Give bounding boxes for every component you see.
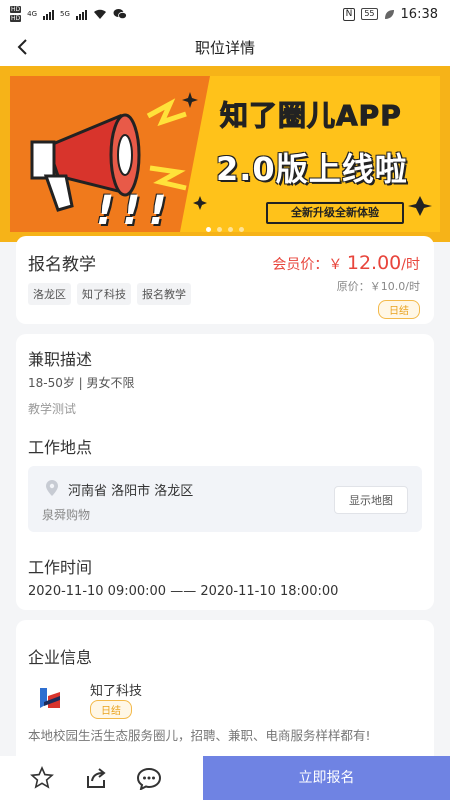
promo-banner[interactable]: !!! 知了圈儿APP 2.0版上线啦 全新升级全新体验 bbox=[0, 66, 450, 242]
description-requirement: 18-50岁 | 男女不限 bbox=[28, 376, 135, 390]
location-box: 河南省 洛阳市 洛龙区 泉舜购物 显示地图 bbox=[28, 466, 422, 532]
location-title: 工作地点 bbox=[28, 438, 93, 457]
signal-label: 4G bbox=[27, 10, 38, 18]
status-bar: HD HD 4G 5G N 55 16:38 bbox=[0, 0, 450, 28]
banner-pill: 全新升级全新体验 bbox=[266, 202, 404, 224]
company-title: 企业信息 bbox=[28, 648, 93, 667]
work-time-range: 2020-11-10 09:00:00 —— 2020-11-10 18:00:… bbox=[28, 584, 339, 599]
status-left: HD HD 4G 5G bbox=[10, 5, 127, 23]
company-description: 本地校园生活生态服务圈儿，招聘、兼职、电商服务样样都有! bbox=[28, 728, 371, 743]
wifi-icon bbox=[93, 9, 106, 19]
settlement-badge: 日结 bbox=[378, 300, 420, 319]
job-tag: 洛龙区 bbox=[28, 283, 71, 305]
bottom-action-bar: 立即报名 bbox=[0, 756, 450, 800]
chat-icon[interactable] bbox=[136, 766, 162, 790]
carousel-dot[interactable] bbox=[217, 227, 222, 232]
member-price-label: 会员价： bbox=[272, 257, 329, 273]
apply-button[interactable]: 立即报名 bbox=[203, 756, 450, 800]
star-icon[interactable] bbox=[30, 766, 54, 790]
job-tag: 报名教学 bbox=[137, 283, 191, 305]
member-price-value: 12.00 bbox=[346, 252, 402, 274]
signal-icon bbox=[75, 8, 87, 20]
company-name[interactable]: 知了科技 bbox=[90, 680, 142, 699]
description-title: 兼职描述 bbox=[28, 350, 93, 369]
wechat-icon bbox=[113, 9, 127, 20]
nfc-icon: N bbox=[342, 7, 356, 21]
show-map-button[interactable]: 显示地图 bbox=[334, 486, 408, 514]
company-logo-icon[interactable] bbox=[38, 686, 62, 710]
location-place: 泉舜购物 bbox=[42, 508, 91, 522]
carousel-dot[interactable] bbox=[228, 227, 233, 232]
description-detail: 教学测试 bbox=[28, 402, 77, 416]
chevron-left-icon[interactable] bbox=[12, 36, 34, 58]
job-tag: 知了科技 bbox=[77, 283, 131, 305]
clock: 16:38 bbox=[400, 6, 438, 22]
battery-icon: 55 bbox=[361, 8, 378, 20]
member-price-unit: /时 bbox=[401, 257, 420, 273]
signal-icon bbox=[43, 8, 55, 20]
carousel-dot[interactable] bbox=[239, 227, 244, 232]
job-title: 报名教学 bbox=[28, 255, 96, 275]
share-icon[interactable] bbox=[84, 766, 108, 790]
status-right: N 55 16:38 bbox=[342, 6, 438, 22]
hd-badge: HD bbox=[10, 15, 22, 22]
location-pin-icon bbox=[46, 480, 58, 496]
member-price: 会员价：￥ 12.00/时 bbox=[272, 252, 420, 274]
currency-symbol: ￥ bbox=[328, 257, 343, 273]
page-title: 职位详情 bbox=[194, 38, 255, 57]
carousel-dots bbox=[0, 227, 450, 232]
hd-badges: HD HD bbox=[10, 5, 22, 23]
carousel-dot[interactable] bbox=[206, 227, 211, 232]
work-time-title: 工作时间 bbox=[28, 558, 93, 577]
hd-badge: HD bbox=[10, 6, 22, 13]
job-tags: 洛龙区 知了科技 报名教学 bbox=[28, 283, 191, 305]
location-address: 河南省 洛阳市 洛龙区 bbox=[68, 484, 194, 499]
job-detail-card: 兼职描述 18-50岁 | 男女不限 教学测试 工作地点 河南省 洛阳市 洛龙区… bbox=[16, 334, 434, 610]
job-summary-card: 报名教学 会员价：￥ 12.00/时 原价：￥10.0/时 洛龙区 知了科技 报… bbox=[16, 236, 434, 324]
banner-subtitle: 2.0版上线啦 bbox=[216, 150, 408, 188]
banner-frame: !!! 知了圈儿APP 2.0版上线啦 全新升级全新体验 bbox=[10, 76, 440, 234]
banner-title: 知了圈儿APP bbox=[220, 99, 402, 133]
signal-label: 5G bbox=[60, 10, 70, 18]
company-badge: 日结 bbox=[90, 700, 132, 719]
nav-bar: 职位详情 bbox=[0, 28, 450, 66]
original-price: 原价：￥10.0/时 bbox=[336, 280, 420, 293]
leaf-icon bbox=[384, 9, 394, 19]
